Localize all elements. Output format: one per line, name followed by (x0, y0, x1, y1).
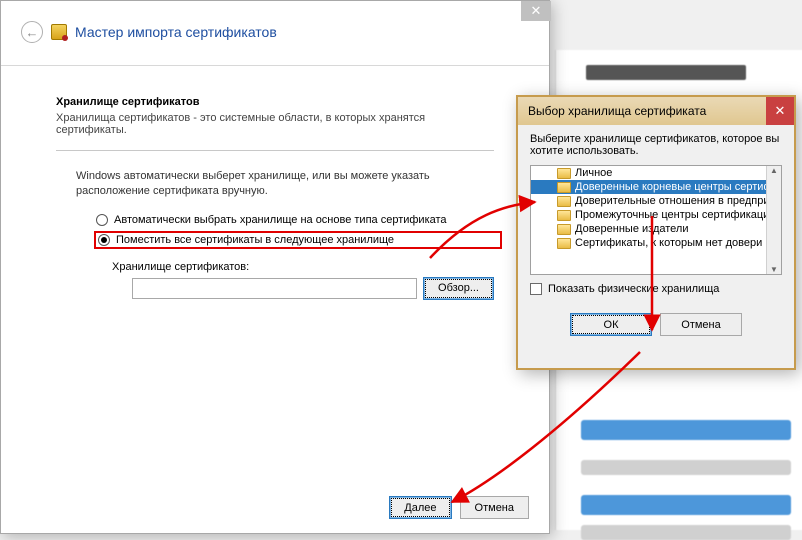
store-field-label: Хранилище сертификатов: (112, 261, 494, 273)
folder-icon (557, 238, 571, 249)
wizard-header: ← Мастер импорта сертификатов (1, 1, 549, 66)
show-physical-checkbox[interactable]: Показать физические хранилища (530, 283, 782, 295)
radio-manual-label: Поместить все сертификаты в следующее хр… (116, 234, 394, 246)
wizard-footer: Далее Отмена (389, 496, 529, 519)
tree-item-trusted-publishers[interactable]: Доверенные издатели (531, 222, 766, 236)
browse-button[interactable]: Обзор... (423, 277, 494, 300)
store-choice-group: Автоматически выбрать хранилище на основ… (94, 213, 494, 249)
dialog-titlebar[interactable]: Выбор хранилища сертификата ✕ (518, 97, 794, 125)
radio-auto-select[interactable]: Автоматически выбрать хранилище на основ… (94, 213, 494, 227)
ok-button[interactable]: ОК (570, 313, 652, 336)
certificate-icon (51, 24, 67, 40)
wizard-close-button[interactable]: ✕ (521, 1, 551, 21)
dialog-title: Выбор хранилища сертификата (528, 104, 706, 118)
show-physical-label: Показать физические хранилища (548, 283, 719, 295)
tree-item-label: Доверительные отношения в предпри (575, 195, 770, 207)
wizard-title: Мастер импорта сертификатов (75, 24, 277, 40)
store-tree[interactable]: Личное Доверенные корневые центры сертиф… (530, 165, 782, 275)
tree-item-untrusted[interactable]: Сертификаты, к которым нет довери (531, 236, 766, 250)
instructions-text: Windows автоматически выберет хранилище,… (76, 169, 436, 199)
wizard-body: Хранилище сертификатов Хранилища сертифи… (1, 66, 549, 300)
store-selection-dialog: Выбор хранилища сертификата ✕ Выберите х… (516, 95, 796, 370)
folder-icon (557, 210, 571, 221)
radio-icon (96, 214, 108, 226)
tree-item-label: Доверенные издатели (575, 223, 688, 235)
back-arrow-icon: ← (26, 25, 39, 40)
close-icon: ✕ (531, 3, 542, 19)
tree-item-label: Личное (575, 167, 612, 179)
dialog-cancel-button[interactable]: Отмена (660, 313, 742, 336)
next-button[interactable]: Далее (389, 496, 451, 519)
folder-icon (557, 182, 571, 193)
tree-item-personal[interactable]: Личное (531, 166, 766, 180)
folder-icon (557, 168, 571, 179)
radio-icon (98, 234, 110, 246)
radio-place-in-store[interactable]: Поместить все сертификаты в следующее хр… (94, 231, 502, 249)
tree-item-intermediate-ca[interactable]: Промежуточные центры сертификаци (531, 208, 766, 222)
section-description: Хранилища сертификатов - это системные о… (56, 112, 494, 136)
radio-auto-label: Автоматически выбрать хранилище на основ… (114, 214, 447, 226)
checkbox-icon (530, 283, 542, 295)
tree-item-label: Сертификаты, к которым нет довери (575, 237, 762, 249)
tree-scrollbar[interactable] (766, 166, 781, 274)
folder-icon (557, 196, 571, 207)
cancel-button[interactable]: Отмена (460, 496, 529, 519)
section-divider (56, 150, 494, 151)
certificate-import-wizard: ✕ ← Мастер импорта сертификатов Хранилищ… (0, 0, 550, 534)
tree-item-label: Доверенные корневые центры сертиф (575, 181, 773, 193)
folder-icon (557, 224, 571, 235)
back-button[interactable]: ← (21, 21, 43, 43)
section-heading: Хранилище сертификатов (56, 96, 494, 108)
dialog-close-button[interactable]: ✕ (766, 97, 794, 125)
store-path-input[interactable] (132, 278, 417, 299)
tree-item-enterprise-trust[interactable]: Доверительные отношения в предпри (531, 194, 766, 208)
close-icon: ✕ (775, 103, 786, 119)
tree-item-label: Промежуточные центры сертификаци (575, 209, 769, 221)
dialog-instructions: Выберите хранилище сертификатов, которое… (530, 133, 782, 157)
tree-item-trusted-root[interactable]: Доверенные корневые центры сертиф (531, 180, 766, 194)
